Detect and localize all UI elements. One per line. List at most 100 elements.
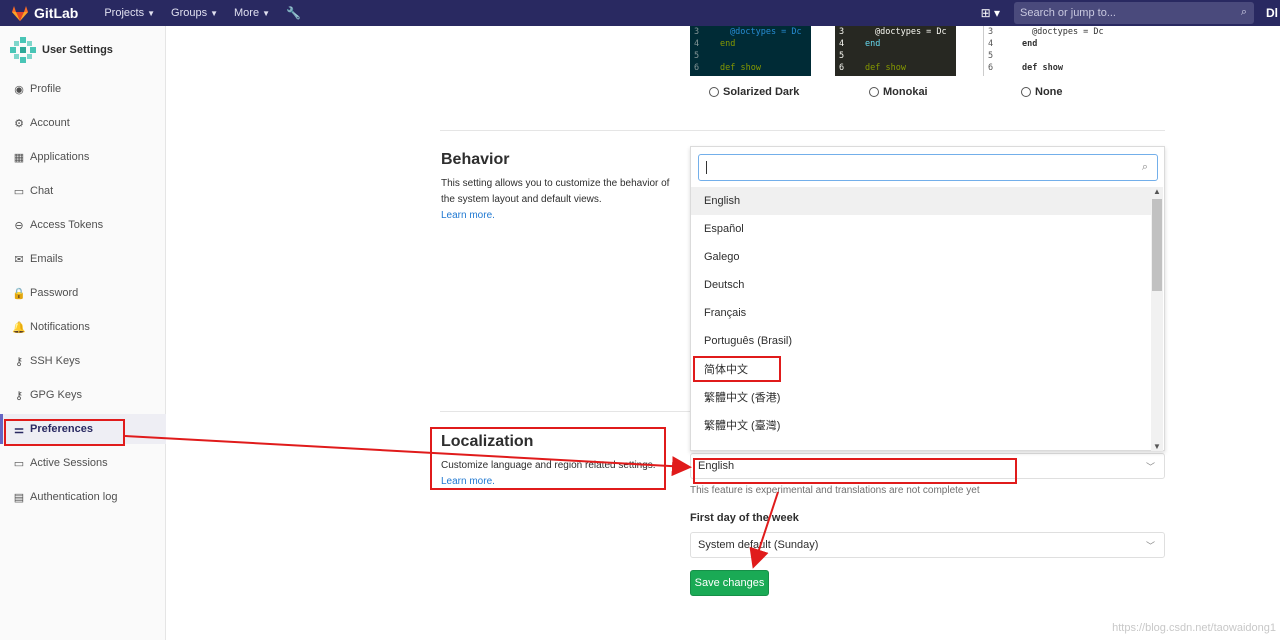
chevron-down-icon: ▼	[262, 8, 270, 18]
radio-button[interactable]	[869, 87, 879, 97]
gitlab-logo[interactable]: GitLab	[12, 5, 78, 21]
profile-icon: ◉	[14, 83, 24, 96]
sidebar-item-profile[interactable]: ◉ Profile	[0, 74, 166, 104]
annotation-box-localization	[430, 427, 666, 490]
line-number: 4	[988, 39, 994, 49]
first-day-select[interactable]: System default (Sunday) ﹀	[690, 532, 1165, 558]
monokai-preview[interactable]: 3 @doctypes = Dc 4 end 5 6 def show	[835, 26, 956, 76]
sidebar-item-label: SSH Keys	[30, 355, 81, 367]
language-dropdown-menu: ⌕ English Español Galego Deutsch Françai…	[690, 146, 1165, 451]
token-icon: ⊖	[14, 219, 24, 232]
scrollbar-thumb[interactable]	[1152, 199, 1162, 291]
sidebar-item-active-sessions[interactable]: ▭ Active Sessions	[0, 448, 166, 478]
sidebar-item-access-tokens[interactable]: ⊖ Access Tokens	[0, 210, 166, 240]
tanuki-icon	[12, 5, 28, 21]
admin-wrench-icon[interactable]: 🔧	[286, 6, 301, 20]
language-option-francais[interactable]: Français	[691, 299, 1152, 327]
code-line: @doctypes = Dc	[1032, 27, 1104, 37]
top-navbar: GitLab Projects ▼ Groups ▼ More ▼ 🔧 ⊞ ▾ Sea…	[0, 0, 1280, 26]
code-line: @doctypes = Dc	[875, 27, 947, 37]
theme-none-radio[interactable]: None	[1021, 86, 1063, 98]
annotation-box-language-select	[693, 458, 1017, 484]
code-line: def show	[720, 63, 761, 73]
theme-label: None	[1035, 86, 1063, 98]
bell-icon: 🔔	[12, 321, 26, 334]
sidebar-item-applications[interactable]: ▦ Applications	[0, 142, 166, 172]
theme-label: Solarized Dark	[723, 86, 800, 98]
sidebar-item-ssh-keys[interactable]: ⚷ SSH Keys	[0, 346, 166, 376]
code-line: def show	[865, 63, 906, 73]
behavior-learn-more-link[interactable]: Learn more.	[441, 210, 495, 221]
language-option-galego[interactable]: Galego	[691, 243, 1152, 271]
chat-icon: ▭	[13, 185, 25, 198]
line-number: 3	[839, 27, 845, 37]
language-option-traditional-chinese-hk[interactable]: 繁體中文 (香港)	[691, 383, 1152, 411]
annotation-box-preferences	[4, 419, 125, 446]
language-option-english[interactable]: English	[691, 187, 1152, 215]
log-icon: ▤	[13, 491, 25, 504]
sidebar-item-label: Account	[30, 117, 70, 129]
first-day-select-value: System default (Sunday)	[698, 539, 819, 551]
none-theme-preview[interactable]: 3 @doctypes = Dc 4 end 5 6 def show	[984, 26, 1114, 76]
line-number: 5	[988, 51, 994, 61]
scroll-down-arrow-icon[interactable]: ▼	[1153, 442, 1161, 451]
nav-projects-label: Projects	[104, 7, 145, 19]
language-option-traditional-chinese-tw[interactable]: 繁體中文 (臺灣)	[691, 411, 1152, 439]
chevron-down-icon: ▼	[210, 8, 219, 18]
sidebar-item-authentication-log[interactable]: ▤ Authentication log	[0, 482, 166, 512]
line-number: 3	[694, 27, 700, 37]
language-search-input[interactable]: ⌕	[698, 154, 1158, 181]
global-search-input[interactable]: Search or jump to... ⌕	[1014, 2, 1254, 24]
watermark-text: https://blog.csdn.net/taowaidong1	[1112, 622, 1276, 634]
brand-name: GitLab	[34, 5, 79, 21]
sidebar-header[interactable]: User Settings	[0, 26, 165, 74]
search-placeholder: Search or jump to...	[1020, 7, 1116, 19]
sidebar-item-label: Applications	[30, 151, 90, 163]
dropdown-scrollbar[interactable]: ▲ ▼	[1151, 187, 1163, 451]
behavior-title: Behavior	[441, 151, 510, 168]
language-help-text: This feature is experimental and transla…	[690, 485, 980, 496]
language-option-portugues-brasil[interactable]: Português (Brasil)	[691, 327, 1152, 355]
lock-icon: 🔒	[12, 287, 26, 300]
chevron-down-icon: ▼	[147, 8, 156, 18]
sidebar-item-gpg-keys[interactable]: ⚷ GPG Keys	[0, 380, 166, 410]
sidebar-item-emails[interactable]: ✉ Emails	[0, 244, 166, 274]
line-number: 4	[694, 39, 700, 49]
first-day-label: First day of the week	[690, 512, 799, 524]
code-line: @doctypes = Dc	[730, 27, 802, 37]
new-dropdown-plus-icon[interactable]: ⊞ ▾	[981, 6, 1000, 20]
nav-groups[interactable]: Groups ▼	[171, 7, 218, 19]
nav-projects[interactable]: Projects ▼	[104, 7, 155, 19]
radio-button[interactable]	[1021, 87, 1031, 97]
key-icon: ⚷	[14, 355, 24, 368]
solarized-dark-preview[interactable]: 3 @doctypes = Dc 4 end 5 6 def show	[690, 26, 811, 76]
user-avatar[interactable]: Dl	[1266, 6, 1278, 20]
email-icon: ✉	[14, 253, 24, 266]
language-option-espanol[interactable]: Español	[691, 215, 1152, 243]
nav-more-label: More	[234, 7, 260, 19]
line-number: 3	[988, 27, 994, 37]
key-icon: ⚷	[14, 389, 24, 402]
save-changes-button[interactable]: Save changes	[690, 570, 769, 596]
sidebar-item-label: Active Sessions	[30, 457, 108, 469]
radio-button[interactable]	[709, 87, 719, 97]
sidebar-item-label: Notifications	[30, 321, 90, 333]
line-number: 6	[988, 63, 994, 73]
settings-sidebar: User Settings ◉ Profile ⚙ Account ▦ Applica…	[0, 26, 166, 640]
sidebar-item-account[interactable]: ⚙ Account	[0, 108, 166, 138]
scroll-up-arrow-icon[interactable]: ▲	[1153, 187, 1161, 196]
nav-more[interactable]: More ▼	[234, 7, 270, 19]
sidebar-item-chat[interactable]: ▭ Chat	[0, 176, 166, 206]
code-line: end	[720, 39, 736, 49]
line-number: 6	[694, 63, 700, 73]
sidebar-item-password[interactable]: 🔒 Password	[0, 278, 166, 308]
search-icon: ⌕	[1240, 6, 1247, 18]
line-number: 4	[839, 39, 845, 49]
theme-solarized-dark-radio[interactable]: Solarized Dark	[709, 86, 799, 98]
language-option-deutsch[interactable]: Deutsch	[691, 271, 1152, 299]
text-cursor	[706, 161, 707, 174]
sidebar-item-label: Password	[30, 287, 79, 299]
sidebar-item-label: Access Tokens	[30, 219, 104, 231]
theme-monokai-radio[interactable]: Monokai	[869, 86, 928, 98]
sidebar-item-notifications[interactable]: 🔔 Notifications	[0, 312, 166, 342]
